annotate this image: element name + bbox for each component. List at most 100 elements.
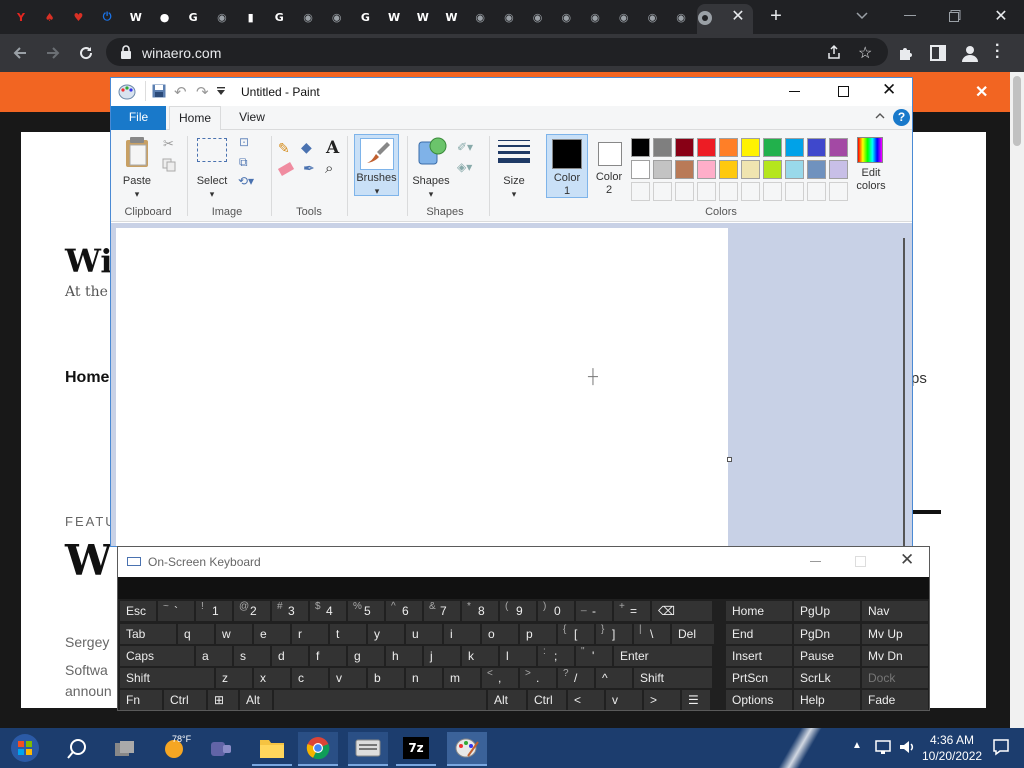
size-dropdown-icon[interactable]: ▾ [508,188,520,201]
pencil-icon[interactable]: ✎ [278,140,290,157]
palette-swatch[interactable] [763,160,782,179]
drawing-canvas[interactable]: ┼ [116,228,732,546]
tab-view[interactable]: View [227,106,277,130]
volume-icon[interactable] [898,738,916,756]
palette-swatch[interactable] [785,160,804,179]
key-1[interactable]: ! 1 [196,601,232,621]
clock[interactable]: 4:36 AM 10/20/2022 [922,732,982,764]
key-symbol[interactable]: " ' [576,646,612,666]
key-insert[interactable]: Insert [726,646,792,666]
tab-file[interactable]: File [111,106,166,130]
back-icon[interactable] [10,43,30,63]
url-text[interactable]: winaero.com [142,45,221,61]
browser-tab[interactable]: ◉ [553,6,579,28]
paint-maximize-icon[interactable] [838,86,849,97]
key-4[interactable]: $4 [310,601,346,621]
browser-tab[interactable]: ⏻ [94,6,120,28]
key-end[interactable]: End [726,624,792,644]
brushes-dropdown-icon[interactable]: ▾ [371,185,383,198]
key-9[interactable]: (9 [500,601,536,621]
key-del[interactable]: Del [672,624,714,644]
palette-swatch[interactable] [719,160,738,179]
canvas-scrollbar[interactable] [903,238,905,546]
custom-color-slot[interactable] [741,182,760,201]
key-n[interactable]: n [406,668,442,688]
key-l[interactable]: l [500,646,536,666]
key-alt[interactable]: Alt [488,690,526,710]
key-k[interactable]: k [462,646,498,666]
featured-heading[interactable]: W [65,536,112,585]
palette-swatch[interactable] [697,138,716,157]
key-symbol[interactable] [274,690,486,710]
key-symbol[interactable]: <, [482,668,518,688]
key-alt[interactable]: Alt [240,690,272,710]
page-scrollbar[interactable] [1010,72,1024,728]
custom-color-slot[interactable] [829,182,848,201]
key-v[interactable]: v [330,668,366,688]
shapes-button[interactable]: Shapes [409,175,453,188]
key-symbol[interactable]: }] [596,624,632,644]
key-r[interactable]: r [292,624,328,644]
scrollbar-thumb[interactable] [1013,76,1021,146]
customize-quick-access-icon[interactable] [216,86,226,96]
chrome-icon[interactable] [298,732,338,766]
key-help[interactable]: Help [794,690,860,710]
key-c[interactable]: c [292,668,328,688]
forward-icon[interactable] [43,43,63,63]
key-symbol[interactable]: ☰ [682,690,710,710]
tab-search-icon[interactable] [842,6,882,26]
palette-swatch[interactable] [631,160,650,179]
redo-icon[interactable]: ↷ [196,83,209,101]
key-pgup[interactable]: PgUp [794,601,860,621]
resize-icon[interactable]: ⧉ [239,155,248,170]
color-picker-icon[interactable]: ✒ [303,160,315,177]
key-symbol[interactable]: {[ [558,624,594,644]
reload-icon[interactable] [76,43,96,63]
restore-icon[interactable] [935,6,975,26]
browser-tab[interactable]: ● [152,6,178,28]
key-symbol[interactable]: ⊞ [208,690,238,710]
select-dropdown-icon[interactable]: ▾ [206,188,218,201]
palette-swatch[interactable] [675,138,694,157]
notifications-icon[interactable] [992,738,1010,756]
browser-tab[interactable]: ◉ [611,6,637,28]
palette-swatch[interactable] [741,138,760,157]
key-symbol[interactable]: + = [614,601,650,621]
key-i[interactable]: i [444,624,480,644]
bookmark-star-icon[interactable]: ☆ [858,43,872,63]
paint-close-icon[interactable]: ✕ [882,80,896,100]
palette-swatch[interactable] [829,160,848,179]
key-symbol[interactable]: ⌫ [652,601,712,621]
extensions-icon[interactable] [897,44,915,62]
key-e[interactable]: e [254,624,290,644]
key-fn[interactable]: Fn [120,690,162,710]
key-h[interactable]: h [386,646,422,666]
side-panel-icon[interactable] [929,44,947,62]
palette-swatch[interactable] [807,138,826,157]
outline-icon[interactable]: ✐▾ [457,140,473,154]
key-b[interactable]: b [368,668,404,688]
palette-swatch[interactable] [829,138,848,157]
browser-tab[interactable]: G [352,6,378,28]
collapse-ribbon-icon[interactable] [875,112,885,120]
browser-tab[interactable]: W [381,6,407,28]
size-icon[interactable] [498,140,530,164]
key-scrlk[interactable]: ScrLk [794,668,860,688]
minimize-icon[interactable] [890,6,930,26]
post-author[interactable]: Sergey [65,634,109,650]
key-shift[interactable]: Shift [634,668,712,688]
help-icon[interactable]: ? [893,109,910,126]
nav-link-partial[interactable]: ps [911,370,927,387]
key-q[interactable]: q [178,624,214,644]
key-caps[interactable]: Caps [120,646,194,666]
browser-tab[interactable]: ◉ [496,6,522,28]
key-mv-up[interactable]: Mv Up [862,624,928,644]
profile-icon[interactable] [960,43,980,63]
close-window-icon[interactable]: ✕ [981,6,1021,26]
browser-tab[interactable]: ◉ [209,6,235,28]
notice-close-icon[interactable]: ✕ [975,82,988,102]
palette-swatch[interactable] [741,160,760,179]
magnifier-icon[interactable]: ⌕ [325,160,333,177]
key-ctrl[interactable]: Ctrl [164,690,206,710]
nav-home-link[interactable]: Home [65,369,109,387]
